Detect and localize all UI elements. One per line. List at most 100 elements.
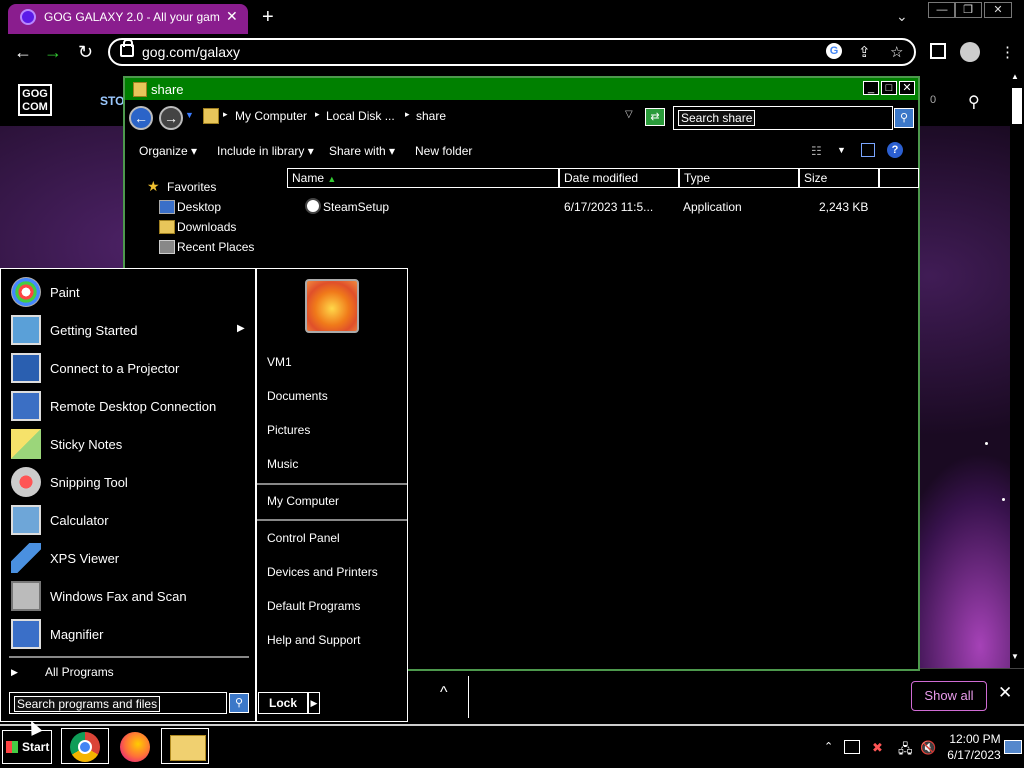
program-calculator[interactable]: Calculator bbox=[9, 503, 249, 539]
gog-cart-count[interactable]: 0 bbox=[930, 94, 936, 106]
share-with-menu[interactable]: Share with ▾ bbox=[329, 144, 395, 158]
program-xps-viewer[interactable]: XPS Viewer bbox=[9, 541, 249, 577]
program-paint[interactable]: Paint bbox=[9, 275, 249, 311]
bookmark-star-icon[interactable]: ☆ bbox=[890, 43, 903, 61]
chrome-menu-icon[interactable]: ⋮ bbox=[1000, 43, 1015, 61]
show-all-button[interactable]: Show all bbox=[911, 681, 987, 711]
lock-button[interactable]: Lock bbox=[258, 692, 308, 714]
nav-downloads[interactable]: Downloads bbox=[177, 220, 236, 234]
download-bar-close-icon[interactable]: ✕ bbox=[998, 683, 1012, 703]
start-right-pictures[interactable]: Pictures bbox=[267, 423, 310, 437]
breadcrumb-arrow-icon[interactable]: ▸ bbox=[315, 109, 320, 120]
side-panel-icon[interactable] bbox=[930, 43, 946, 59]
breadcrumb-share[interactable]: share bbox=[416, 109, 446, 123]
column-extra[interactable] bbox=[879, 168, 919, 188]
breadcrumb-arrow-icon[interactable]: ▸ bbox=[223, 109, 228, 120]
start-search-icon[interactable]: ⚲ bbox=[229, 693, 249, 713]
program-remote-desktop[interactable]: Remote Desktop Connection bbox=[9, 389, 249, 425]
nav-desktop[interactable]: Desktop bbox=[177, 200, 221, 214]
explorer-forward-arrow-icon[interactable]: → bbox=[159, 106, 183, 130]
breadcrumb-arrow-icon[interactable]: ▸ bbox=[405, 109, 410, 120]
close-window-button[interactable]: ✕ bbox=[984, 2, 1012, 18]
explorer-search-placeholder[interactable]: Search share bbox=[677, 110, 756, 126]
volume-muted-icon[interactable]: 🔇 bbox=[920, 740, 936, 756]
download-chevron-icon[interactable]: ^ bbox=[440, 684, 448, 702]
search-icon[interactable]: ⚲ bbox=[968, 92, 980, 112]
file-name[interactable]: SteamSetup bbox=[323, 200, 389, 214]
breadcrumb-local-disk[interactable]: Local Disk ... bbox=[326, 109, 395, 123]
explorer-titlebar[interactable] bbox=[125, 78, 918, 100]
action-center-icon[interactable] bbox=[844, 740, 860, 754]
forward-arrow-icon[interactable]: → bbox=[44, 42, 62, 63]
tray-expand-icon[interactable]: ⌃ bbox=[824, 740, 833, 753]
start-right-control-panel[interactable]: Control Panel bbox=[267, 531, 340, 545]
gog-favicon-icon bbox=[20, 9, 36, 25]
minimize-window-button[interactable]: — bbox=[928, 2, 956, 18]
url-text[interactable]: gog.com/galaxy bbox=[142, 44, 240, 60]
start-right-my-computer[interactable]: My Computer bbox=[267, 494, 339, 508]
explorer-search-icon[interactable]: ⚲ bbox=[894, 108, 914, 128]
change-view-icon[interactable]: ☷ bbox=[811, 144, 822, 158]
explorer-close-button[interactable]: ✕ bbox=[899, 81, 915, 95]
program-snipping-tool[interactable]: Snipping Tool bbox=[9, 465, 249, 501]
gog-nav-store[interactable]: STO bbox=[100, 94, 124, 108]
tab-close-icon[interactable]: ✕ bbox=[226, 8, 238, 25]
restore-window-button[interactable]: ❐ bbox=[954, 2, 982, 18]
network-error-icon[interactable]: ✖ bbox=[872, 740, 883, 756]
new-tab-button[interactable]: + bbox=[262, 6, 274, 29]
program-magnifier[interactable]: Magnifier bbox=[9, 617, 249, 653]
show-desktop-icon[interactable] bbox=[1004, 740, 1022, 754]
start-search-placeholder[interactable]: Search programs and files bbox=[13, 696, 161, 712]
tab-search-chevron-icon[interactable]: ⌄ bbox=[896, 8, 908, 25]
gog-logo[interactable]: GOG COM bbox=[18, 84, 52, 116]
program-fax-scan[interactable]: Windows Fax and Scan bbox=[9, 579, 249, 615]
column-size[interactable]: Size bbox=[799, 168, 879, 188]
start-right-documents[interactable]: Documents bbox=[267, 389, 328, 403]
google-lens-icon[interactable]: G bbox=[826, 43, 842, 59]
start-right-help-support[interactable]: Help and Support bbox=[267, 633, 360, 647]
start-right-user[interactable]: VM1 bbox=[267, 355, 292, 369]
paint-icon bbox=[11, 277, 41, 307]
scrollbar-thumb[interactable] bbox=[1012, 88, 1022, 124]
history-dropdown-icon[interactable]: ▼ bbox=[185, 110, 194, 120]
all-programs-button[interactable]: All Programs bbox=[45, 665, 114, 679]
back-arrow-icon[interactable]: ← bbox=[14, 42, 32, 63]
nav-recent-places[interactable]: Recent Places bbox=[177, 240, 254, 254]
address-dropdown-icon[interactable]: ▽ bbox=[625, 109, 633, 120]
shutdown-options-arrow-icon[interactable]: ▶ bbox=[308, 692, 320, 714]
scroll-up-icon[interactable]: ▲ bbox=[1011, 72, 1019, 81]
explorer-maximize-button[interactable]: □ bbox=[881, 81, 897, 95]
view-dropdown-icon[interactable]: ▼ bbox=[837, 145, 846, 155]
share-icon[interactable]: ⇪ bbox=[858, 43, 871, 61]
scroll-down-icon[interactable]: ▼ bbox=[1011, 652, 1019, 661]
preview-pane-icon[interactable] bbox=[861, 143, 875, 157]
include-in-library-menu[interactable]: Include in library ▾ bbox=[217, 144, 314, 158]
breadcrumb-my-computer[interactable]: My Computer bbox=[235, 109, 307, 123]
lock-icon[interactable] bbox=[120, 39, 134, 57]
reload-icon[interactable]: ↻ bbox=[78, 42, 93, 63]
refresh-icon[interactable]: ⇄ bbox=[645, 108, 665, 126]
clock-time[interactable]: 12:00 PM bbox=[948, 732, 1002, 746]
page-scrollbar[interactable] bbox=[1010, 72, 1024, 668]
column-type[interactable]: Type bbox=[679, 168, 799, 188]
explorer-minimize-button[interactable]: _ bbox=[863, 81, 879, 95]
organize-menu[interactable]: Organize ▾ bbox=[139, 144, 197, 158]
clock-date[interactable]: 6/17/2023 bbox=[944, 748, 1004, 762]
start-right-default-programs[interactable]: Default Programs bbox=[267, 599, 360, 613]
column-name[interactable]: Name ▲ bbox=[287, 168, 559, 188]
help-icon[interactable]: ? bbox=[887, 142, 903, 158]
profile-avatar-icon[interactable] bbox=[960, 42, 980, 62]
start-right-devices-printers[interactable]: Devices and Printers bbox=[267, 565, 378, 579]
program-label: Getting Started bbox=[50, 323, 138, 338]
program-sticky-notes[interactable]: Sticky Notes bbox=[9, 427, 249, 463]
user-picture[interactable] bbox=[305, 279, 359, 333]
column-date-modified[interactable]: Date modified bbox=[559, 168, 679, 188]
start-right-music[interactable]: Music bbox=[267, 457, 298, 471]
new-folder-button[interactable]: New folder bbox=[415, 144, 472, 158]
network-icon[interactable]: 🖧 bbox=[898, 740, 913, 762]
program-connect-projector[interactable]: Connect to a Projector bbox=[9, 351, 249, 387]
explorer-back-arrow-icon[interactable]: ← bbox=[129, 106, 153, 130]
program-getting-started[interactable]: Getting Started ▶ bbox=[9, 313, 249, 349]
all-programs-arrow-icon[interactable]: ▶ bbox=[11, 667, 18, 678]
nav-favorites[interactable]: Favorites bbox=[167, 180, 216, 194]
